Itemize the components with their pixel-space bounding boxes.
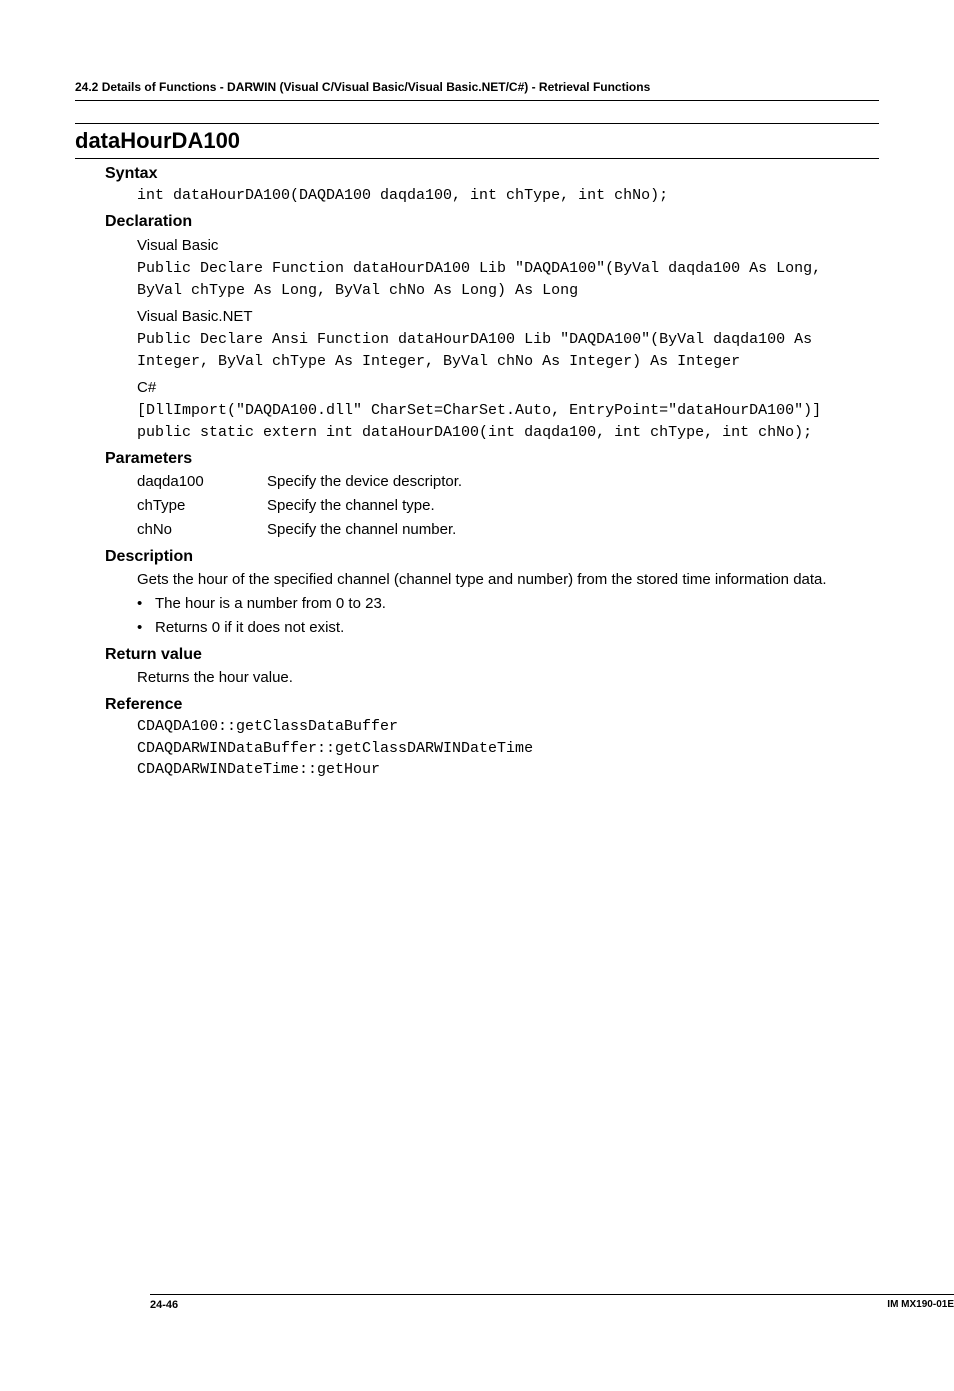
syntax-heading: Syntax <box>75 165 879 183</box>
description-bullet: • Returns 0 if it does not exist. <box>137 616 869 640</box>
return-value-heading: Return value <box>75 646 879 664</box>
parameter-row: daqda100 Specify the device descriptor. <box>137 470 869 494</box>
parameter-row: chType Specify the channel type. <box>137 494 869 518</box>
page-number: 24-46 <box>150 1299 178 1311</box>
param-name: chNo <box>137 518 267 542</box>
breadcrumb-header: 24.2 Details of Functions - DARWIN (Visu… <box>75 80 879 101</box>
description-bullet: • The hour is a number from 0 to 23. <box>137 592 869 616</box>
description-paragraph: Gets the hour of the specified channel (… <box>137 568 869 592</box>
syntax-code: int dataHourDA100(DAQDA100 daqda100, int… <box>137 185 869 207</box>
reference-code: CDAQDA100::getClassDataBuffer CDAQDARWIN… <box>137 716 869 781</box>
bullet-icon: • <box>137 592 155 616</box>
vbnet-code: Public Declare Ansi Function dataHourDA1… <box>137 329 869 373</box>
document-id: IM MX190-01E <box>887 1299 954 1311</box>
bullet-icon: • <box>137 616 155 640</box>
return-value-text: Returns the hour value. <box>137 666 869 690</box>
parameters-heading: Parameters <box>75 450 879 468</box>
reference-heading: Reference <box>75 696 879 714</box>
vbnet-label: Visual Basic.NET <box>137 306 869 329</box>
bullet-text: The hour is a number from 0 to 23. <box>155 592 386 616</box>
bullet-text: Returns 0 if it does not exist. <box>155 616 344 640</box>
vb-code: Public Declare Function dataHourDA100 Li… <box>137 258 869 302</box>
csharp-label: C# <box>137 377 869 400</box>
description-heading: Description <box>75 548 879 566</box>
param-desc: Specify the channel number. <box>267 518 869 542</box>
param-desc: Specify the device descriptor. <box>267 470 869 494</box>
param-desc: Specify the channel type. <box>267 494 869 518</box>
csharp-code: [DllImport("DAQDA100.dll" CharSet=CharSe… <box>137 400 869 444</box>
page-footer: 24-46 IM MX190-01E <box>150 1294 954 1311</box>
param-name: daqda100 <box>137 470 267 494</box>
vb-label: Visual Basic <box>137 235 869 258</box>
parameter-row: chNo Specify the channel number. <box>137 518 869 542</box>
declaration-heading: Declaration <box>75 213 879 231</box>
page-title: dataHourDA100 <box>75 123 879 159</box>
param-name: chType <box>137 494 267 518</box>
